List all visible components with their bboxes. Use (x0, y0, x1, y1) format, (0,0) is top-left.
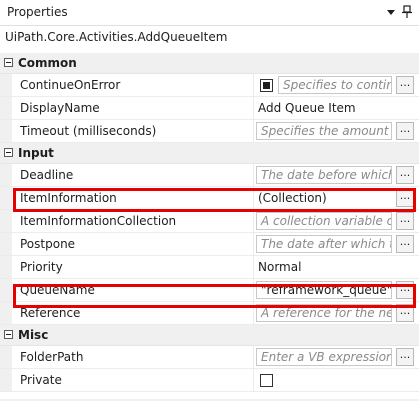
property-grid: Common ContinueOnError Specifies to cont… (0, 53, 419, 392)
property-name: Private (20, 373, 62, 387)
collapse-icon[interactable] (4, 148, 13, 157)
property-name: Reference (20, 306, 81, 320)
property-row-display-name: DisplayName Add Queue Item (0, 97, 419, 120)
property-name: Timeout (milliseconds) (20, 124, 157, 138)
properties-titlebar: Properties (0, 0, 419, 26)
private-checkbox[interactable] (260, 374, 273, 387)
panel-title: Properties (7, 5, 68, 19)
collapse-icon[interactable] (4, 330, 13, 339)
activity-type-label: UiPath.Core.Activities.AddQueueItem (5, 30, 228, 44)
ellipsis-button[interactable]: ... (396, 166, 414, 184)
ellipsis-button[interactable]: ... (396, 212, 414, 230)
folder-path-input[interactable]: Enter a VB expression (256, 348, 392, 366)
ellipsis-button[interactable]: ... (396, 189, 414, 207)
deadline-input[interactable]: The date before which th (256, 166, 392, 184)
dropdown-arrow-icon[interactable] (386, 6, 396, 18)
ellipsis-button[interactable]: ... (396, 76, 414, 94)
category-common[interactable]: Common (0, 53, 419, 74)
item-information-collection-input[interactable]: A collection variable of a (256, 212, 392, 230)
ellipsis-button[interactable]: ... (396, 304, 414, 322)
property-name: DisplayName (20, 101, 100, 115)
category-misc[interactable]: Misc (0, 325, 419, 346)
category-label: Common (18, 56, 77, 70)
postpone-input[interactable]: The date after which the (256, 235, 392, 253)
reference-input[interactable]: A reference for the new Q (256, 304, 392, 322)
continue-on-error-checkbox[interactable] (260, 79, 273, 92)
property-name: FolderPath (20, 350, 84, 364)
property-row-postpone: Postpone The date after which the ... (0, 233, 419, 256)
property-row-item-information-collection: ItemInformationCollection A collection v… (0, 210, 419, 233)
property-row-continue-on-error: ContinueOnError Specifies to continue ..… (0, 74, 419, 97)
property-name: ContinueOnError (20, 78, 121, 92)
property-row-timeout: Timeout (milliseconds) Specifies the amo… (0, 120, 419, 143)
property-row-item-information: ItemInformation (Collection) ... (0, 187, 419, 210)
property-row-private: Private (0, 369, 419, 392)
ellipsis-button[interactable]: ... (396, 235, 414, 253)
ellipsis-button[interactable]: ... (396, 348, 414, 366)
property-row-priority: Priority Normal (0, 256, 419, 279)
display-name-value[interactable]: Add Queue Item (258, 101, 356, 115)
ellipsis-button[interactable]: ... (396, 281, 414, 299)
priority-value[interactable]: Normal (258, 260, 301, 274)
pin-icon[interactable] (401, 5, 413, 19)
collapse-icon[interactable] (4, 58, 13, 67)
category-label: Input (18, 146, 54, 160)
property-name: Postpone (20, 237, 76, 251)
property-row-deadline: Deadline The date before which th ... (0, 164, 419, 187)
property-name: ItemInformation (20, 191, 117, 205)
property-row-reference: Reference A reference for the new Q ... (0, 302, 419, 325)
property-name: ItemInformationCollection (20, 214, 177, 228)
property-row-folder-path: FolderPath Enter a VB expression ... (0, 346, 419, 369)
category-input[interactable]: Input (0, 143, 419, 164)
category-label: Misc (18, 328, 49, 342)
ellipsis-button[interactable]: ... (396, 122, 414, 140)
property-name: Deadline (20, 168, 74, 182)
property-name: QueueName (20, 283, 95, 297)
property-name: Priority (20, 260, 63, 274)
timeout-input[interactable]: Specifies the amount of t (256, 122, 392, 140)
property-row-queue-name: QueueName "reframework_queue" ... (0, 279, 419, 302)
queue-name-input[interactable]: "reframework_queue" (256, 281, 392, 299)
continue-on-error-input[interactable]: Specifies to continue (278, 76, 392, 94)
item-information-value[interactable]: (Collection) (258, 191, 327, 205)
